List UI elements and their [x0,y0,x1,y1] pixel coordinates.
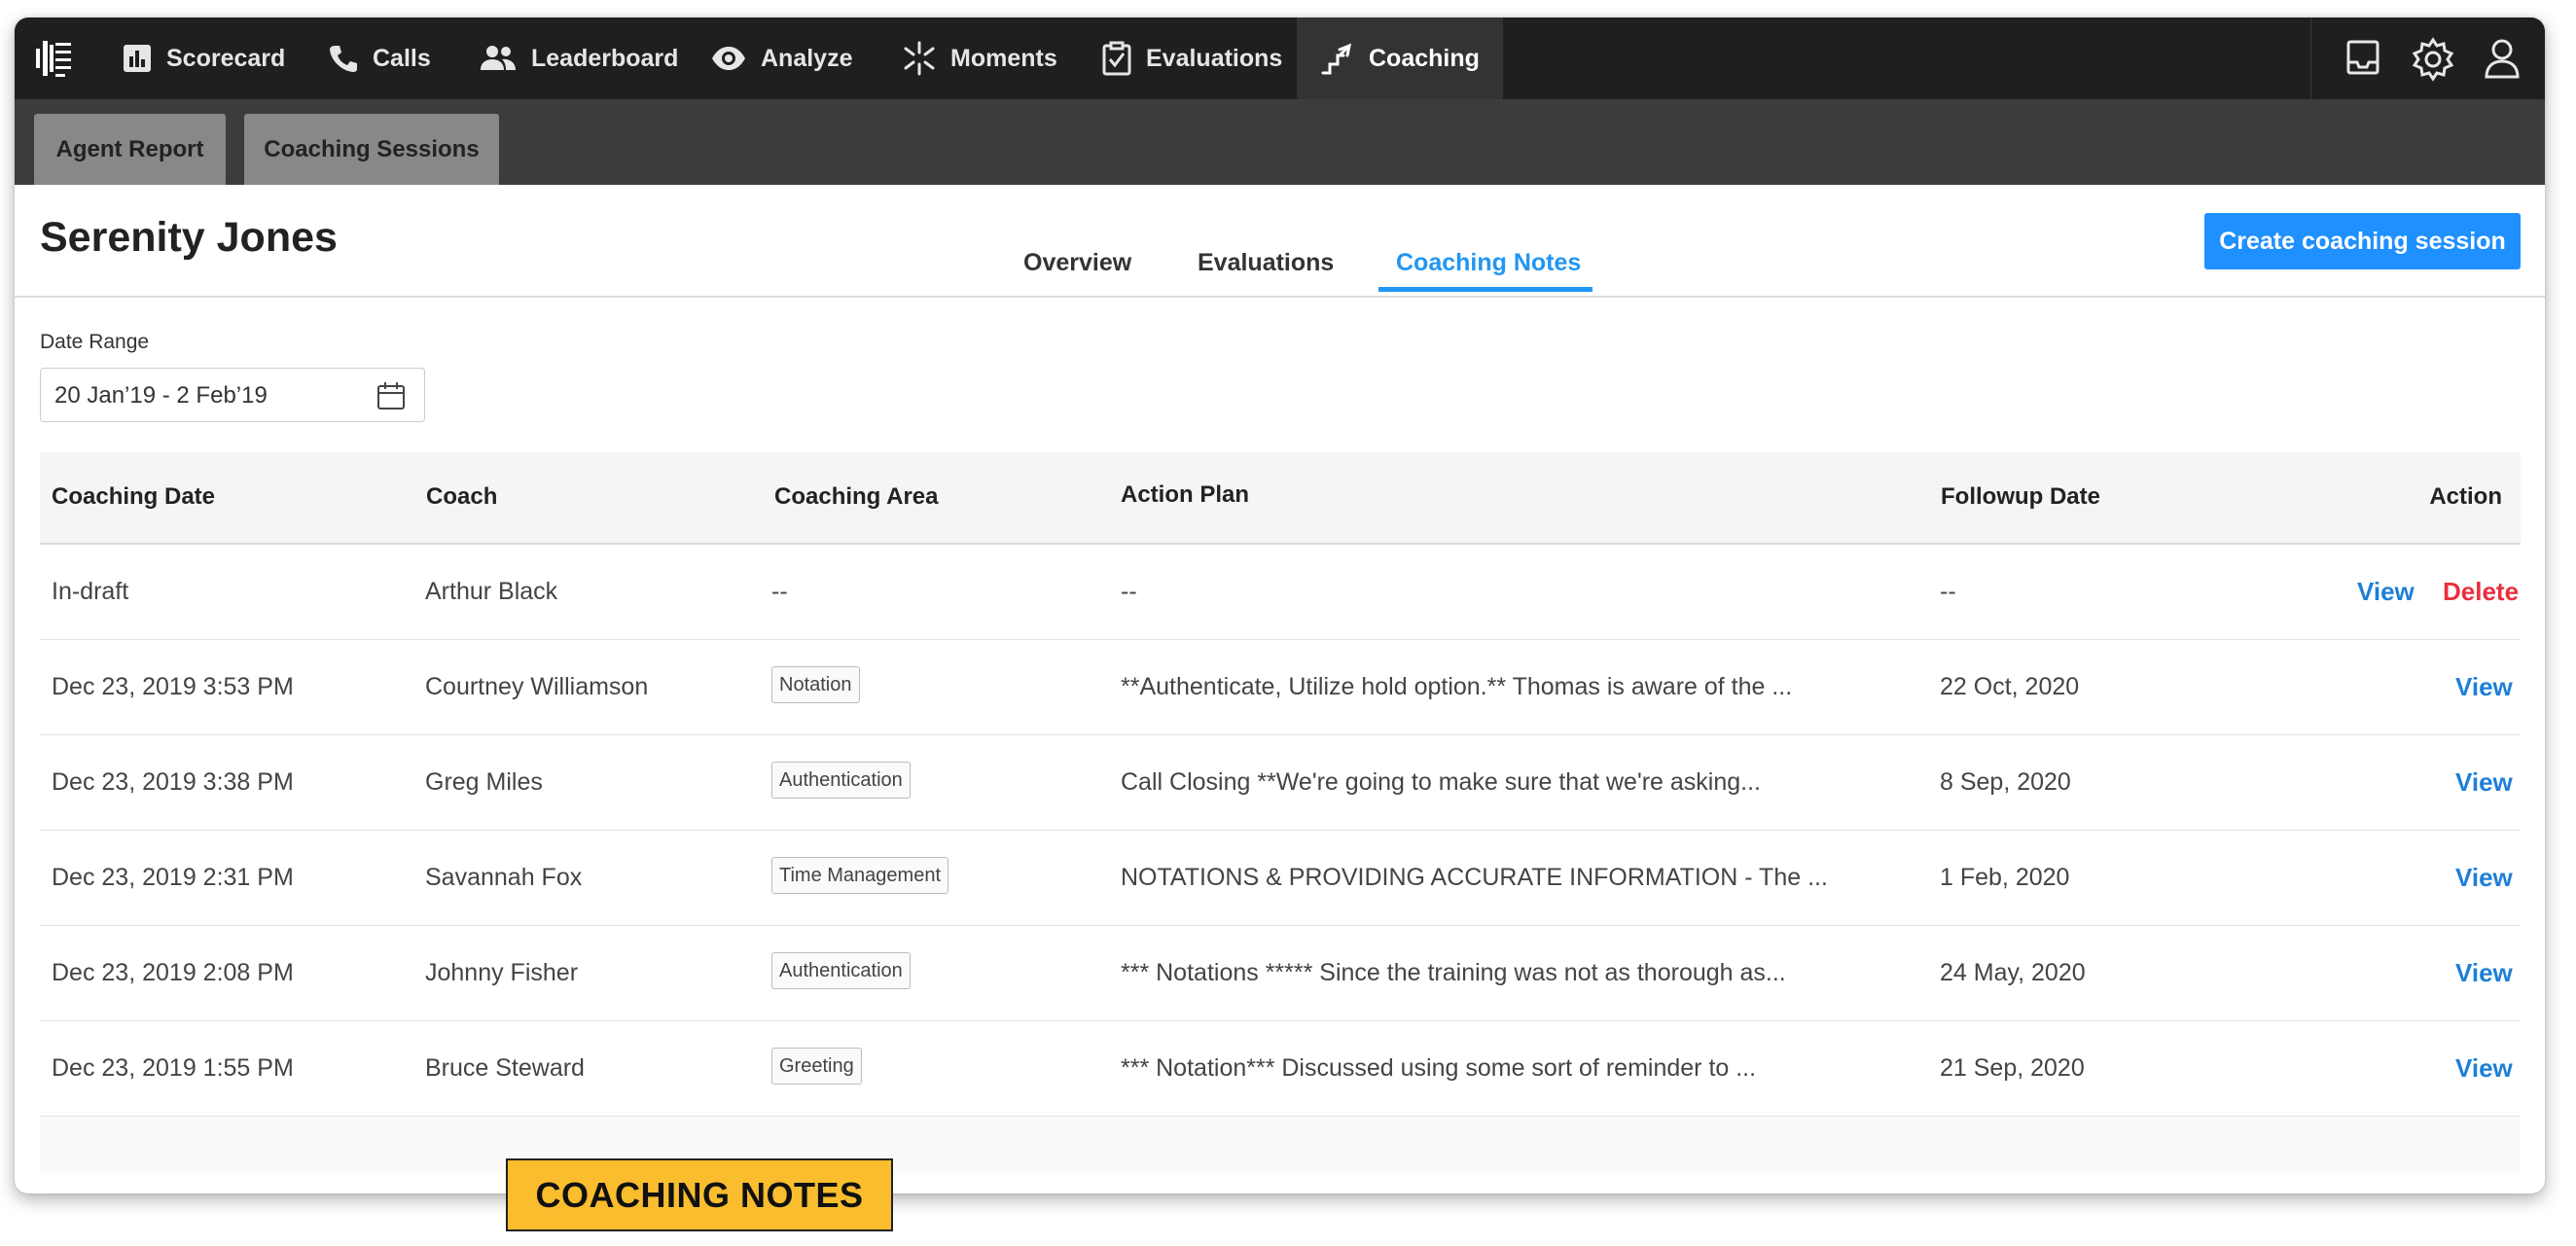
table-row[interactable]: Dec 23, 2019 2:08 PM Johnny Fisher Authe… [40,926,2521,1021]
table-header: Coaching Date Coach Coaching Area Action… [40,452,2521,545]
coaching-date: Dec 23, 2019 2:31 PM [52,864,294,891]
nav-item-leaderboard[interactable]: Leaderboard [479,18,678,99]
coaching-date: Dec 23, 2019 1:55 PM [52,1054,294,1082]
view-link[interactable]: View [2357,577,2415,607]
coaching-area-tag: Notation [771,666,860,703]
table-row[interactable]: Dec 23, 2019 3:53 PM Courtney Williamson… [40,640,2521,735]
create-coaching-session-button[interactable]: Create coaching session [2204,213,2521,269]
date-range-input[interactable]: 20 Jan’19 - 2 Feb’19 [40,368,425,422]
coaching-date: Dec 23, 2019 3:53 PM [52,673,294,700]
followup-date: -- [1940,578,1956,605]
sub-nav: Agent Report Coaching Sessions [15,99,2545,185]
calendar-icon[interactable] [376,380,407,416]
coaching-area-tag: Authentication [771,762,911,799]
coach-name: Courtney Williamson [425,673,649,700]
subtab-label: Coaching Sessions [264,135,480,162]
nav-label: Calls [373,44,431,72]
action-plan: -- [1121,578,1137,605]
coach-name: Bruce Steward [425,1054,585,1082]
followup-date: 8 Sep, 2020 [1940,768,2071,796]
nav-label: Leaderboard [531,44,679,72]
followup-date: 22 Oct, 2020 [1940,673,2080,700]
column-header-action: Action [2429,483,2502,510]
table-row[interactable]: Dec 23, 2019 1:55 PM Bruce Steward Greet… [40,1021,2521,1117]
coach-name: Johnny Fisher [425,959,579,986]
subtab-label: Agent Report [55,135,204,162]
date-range-label: Date Range [40,331,150,353]
table-row[interactable]: Dec 23, 2019 2:31 PM Savannah Fox Time M… [40,831,2521,926]
coach-name: Arthur Black [425,578,558,605]
nav-item-coaching[interactable]: Coaching [1297,18,1503,99]
user-icon[interactable] [2483,37,2522,85]
view-link[interactable]: View [2455,672,2513,702]
bar-chart-icon [122,43,153,74]
app-window: Scorecard Calls Leaderboard Analyze Mome [15,18,2545,1193]
nav-label: Scorecard [166,44,286,72]
coaching-date: Dec 23, 2019 2:08 PM [52,959,294,986]
coaching-area-tag: Greeting [771,1048,862,1085]
nav-item-evaluations[interactable]: Evaluations [1101,18,1282,99]
coaching-area-tag: Time Management [771,857,948,894]
sparkle-icon [902,41,937,76]
page-title: Serenity Jones [40,214,338,261]
subtab-coaching-sessions[interactable]: Coaching Sessions [244,114,499,185]
tab-overview[interactable]: Overview [1023,249,1131,277]
inbox-icon[interactable] [2343,37,2382,83]
stairs-arrow-icon [1320,41,1355,76]
action-plan: *** Notation*** Discussed using some sor… [1121,1054,1757,1082]
people-icon [479,43,518,74]
action-plan: NOTATIONS & PROVIDING ACCURATE INFORMATI… [1121,864,1828,891]
active-tab-indicator [1378,287,1592,292]
top-nav: Scorecard Calls Leaderboard Analyze Mome [15,18,2545,99]
column-header-action-plan[interactable]: Action Plan [1121,481,1249,509]
header-divider [15,296,2545,298]
column-header-coach[interactable]: Coach [426,483,497,511]
nav-label: Analyze [761,44,853,72]
coaching-date: In-draft [52,578,129,605]
action-plan: Call Closing **We're going to make sure … [1121,768,1762,796]
coach-name: Savannah Fox [425,864,583,891]
view-link[interactable]: View [2455,1053,2513,1084]
coaching-area: -- [771,578,788,605]
nav-label: Coaching [1369,44,1480,72]
nav-divider [2310,18,2311,99]
gear-icon[interactable] [2411,37,2455,87]
date-range-value: 20 Jan’19 - 2 Feb’19 [54,382,268,409]
nav-item-calls[interactable]: Calls [328,18,431,99]
column-header-coaching-date[interactable]: Coaching Date [52,483,215,511]
coaching-area-tag: Authentication [771,952,911,989]
eye-icon [710,43,747,74]
coaching-notes-table: Coaching Date Coach Coaching Area Action… [40,452,2521,1175]
nav-item-scorecard[interactable]: Scorecard [122,18,285,99]
subtab-agent-report[interactable]: Agent Report [34,114,226,185]
coaching-date: Dec 23, 2019 3:38 PM [52,768,294,796]
column-header-followup-date[interactable]: Followup Date [1941,483,2100,511]
view-link[interactable]: View [2455,767,2513,798]
table-row[interactable]: Dec 23, 2019 3:38 PM Greg Miles Authenti… [40,735,2521,831]
action-plan: **Authenticate, Utilize hold option.** T… [1121,673,1793,700]
table-row[interactable]: In-draft Arthur Black -- -- -- View Dele… [40,545,2521,640]
followup-date: 24 May, 2020 [1940,959,2086,986]
coach-name: Greg Miles [425,768,543,796]
followup-date: 21 Sep, 2020 [1940,1054,2085,1082]
followup-date: 1 Feb, 2020 [1940,864,2070,891]
nav-label: Moments [950,44,1057,72]
caption-label: COACHING NOTES [506,1158,893,1231]
column-header-coaching-area[interactable]: Coaching Area [774,483,938,511]
app-logo-icon[interactable] [32,37,75,80]
view-link[interactable]: View [2455,958,2513,988]
nav-item-analyze[interactable]: Analyze [710,18,852,99]
delete-link[interactable]: Delete [2443,577,2519,607]
nav-item-moments[interactable]: Moments [902,18,1057,99]
tab-evaluations[interactable]: Evaluations [1198,249,1334,277]
clipboard-check-icon [1101,41,1132,76]
phone-icon [328,43,359,74]
action-plan: *** Notations ***** Since the training w… [1121,959,1786,986]
nav-label: Evaluations [1146,44,1283,72]
view-link[interactable]: View [2455,863,2513,893]
tab-coaching-notes[interactable]: Coaching Notes [1396,249,1581,277]
